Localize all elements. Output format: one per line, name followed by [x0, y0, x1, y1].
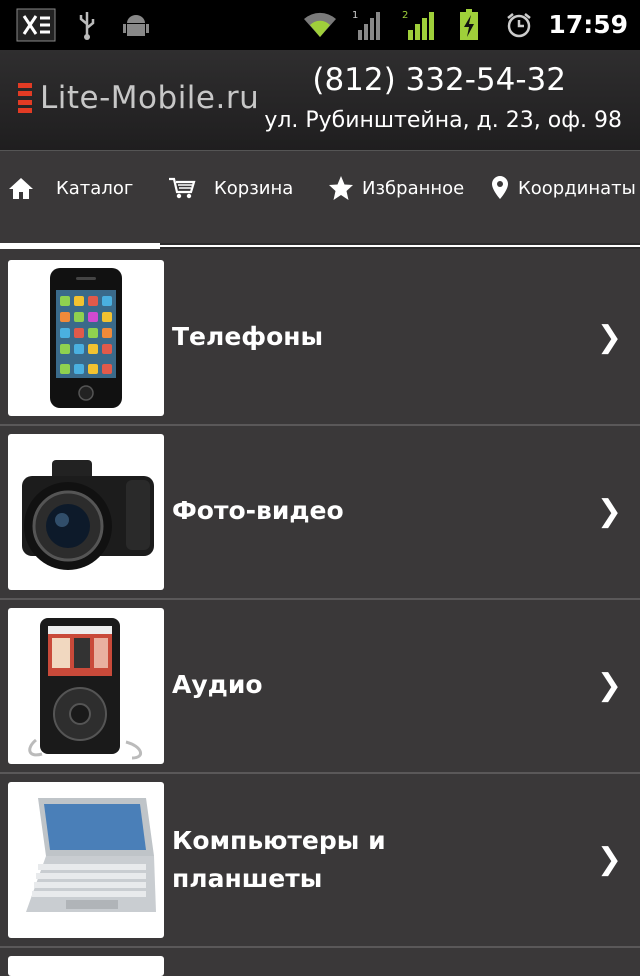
chevron-right-icon[interactable]: ❯: [597, 494, 622, 529]
wifi-icon: [302, 8, 338, 42]
tab-indicator-line: [160, 245, 640, 247]
signal-1-icon: 1: [352, 8, 388, 42]
camera-image: [8, 434, 164, 590]
category-row-photo-video[interactable]: Фото-видео ❯: [0, 426, 640, 600]
category-row-phones[interactable]: Телефоны ❯: [0, 252, 640, 426]
address-text: ул. Рубинштейна, д. 23, оф. 98: [264, 108, 622, 133]
status-time: 17:59: [548, 10, 628, 39]
alarm-icon: [504, 8, 534, 42]
category-thumb-partial: [8, 956, 164, 976]
svg-text:1: 1: [352, 10, 358, 21]
category-label: Аудио: [172, 670, 263, 699]
mp3-player-image: [8, 608, 164, 764]
usb-debug-icon: [14, 8, 58, 42]
home-icon: [9, 178, 33, 199]
nav-item-label: Корзина: [214, 177, 294, 199]
nav-bar: Каталог Корзина Избранное Координаты: [0, 150, 640, 246]
nav-item-favorites[interactable]: Избранное: [328, 173, 464, 203]
tab-indicator-active: [0, 243, 160, 249]
nav-item-catalog[interactable]: Каталог: [8, 173, 133, 203]
svg-text:2: 2: [402, 10, 408, 21]
phone-number[interactable]: (812) 332-54-32: [312, 62, 566, 98]
nav-item-coordinates[interactable]: Координаты: [490, 173, 636, 203]
category-label: Телефоны: [172, 322, 324, 351]
category-label: Компьютеры и планшеты: [172, 826, 386, 893]
tab-indicator: [0, 243, 640, 249]
cart-icon: [169, 177, 196, 199]
nav-item-cart[interactable]: Корзина: [168, 173, 293, 203]
logo[interactable]: Lite-Mobile.ru: [18, 80, 259, 116]
category-row-audio[interactable]: Аудио ❯: [0, 600, 640, 774]
chevron-right-icon[interactable]: ❯: [597, 842, 622, 877]
location-pin-icon: [492, 176, 508, 199]
battery-charging-icon: [456, 8, 482, 42]
category-row-partial[interactable]: [0, 948, 640, 976]
app-header: Lite-Mobile.ru (812) 332-54-32 ул. Рубин…: [0, 50, 640, 150]
logo-mark-icon: [18, 83, 32, 113]
star-icon: [329, 176, 353, 200]
nav-item-label: Координаты: [518, 177, 636, 199]
category-row-computers[interactable]: Компьютеры и планшеты ❯: [0, 774, 640, 948]
usb-icon: [74, 8, 100, 42]
status-bar: 1 2 17:59: [0, 0, 640, 50]
signal-2-icon: 2: [402, 8, 438, 42]
chevron-right-icon[interactable]: ❯: [597, 668, 622, 703]
android-icon: [120, 8, 152, 42]
phone-image: [8, 260, 164, 416]
laptop-image: [8, 782, 164, 938]
logo-text: Lite-Mobile.ru: [40, 80, 260, 116]
category-label: Фото-видео: [172, 496, 344, 525]
nav-item-label: Каталог: [56, 177, 134, 199]
chevron-right-icon[interactable]: ❯: [597, 320, 622, 355]
nav-item-label: Избранное: [362, 177, 465, 199]
